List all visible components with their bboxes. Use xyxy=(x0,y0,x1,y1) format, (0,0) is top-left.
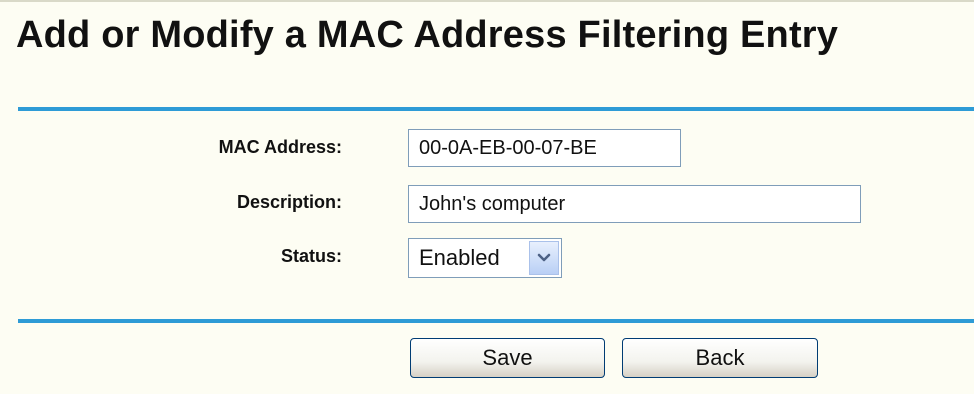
description-input[interactable] xyxy=(408,185,861,223)
back-button[interactable]: Back xyxy=(622,338,818,378)
top-divider xyxy=(18,107,974,111)
status-label: Status: xyxy=(280,246,342,266)
status-selected-value: Enabled xyxy=(419,245,500,270)
chevron-down-glyph xyxy=(537,253,551,262)
bottom-divider xyxy=(18,319,974,323)
mac-address-input[interactable] xyxy=(408,129,681,167)
mac-address-label: MAC Address: xyxy=(218,137,342,157)
description-label: Description: xyxy=(236,192,342,212)
top-frame-line xyxy=(0,0,974,2)
status-select[interactable]: Enabled xyxy=(408,238,562,278)
page-title: Add or Modify a MAC Address Filtering En… xyxy=(16,14,839,56)
chevron-down-icon[interactable] xyxy=(529,241,559,275)
save-button[interactable]: Save xyxy=(410,338,605,378)
